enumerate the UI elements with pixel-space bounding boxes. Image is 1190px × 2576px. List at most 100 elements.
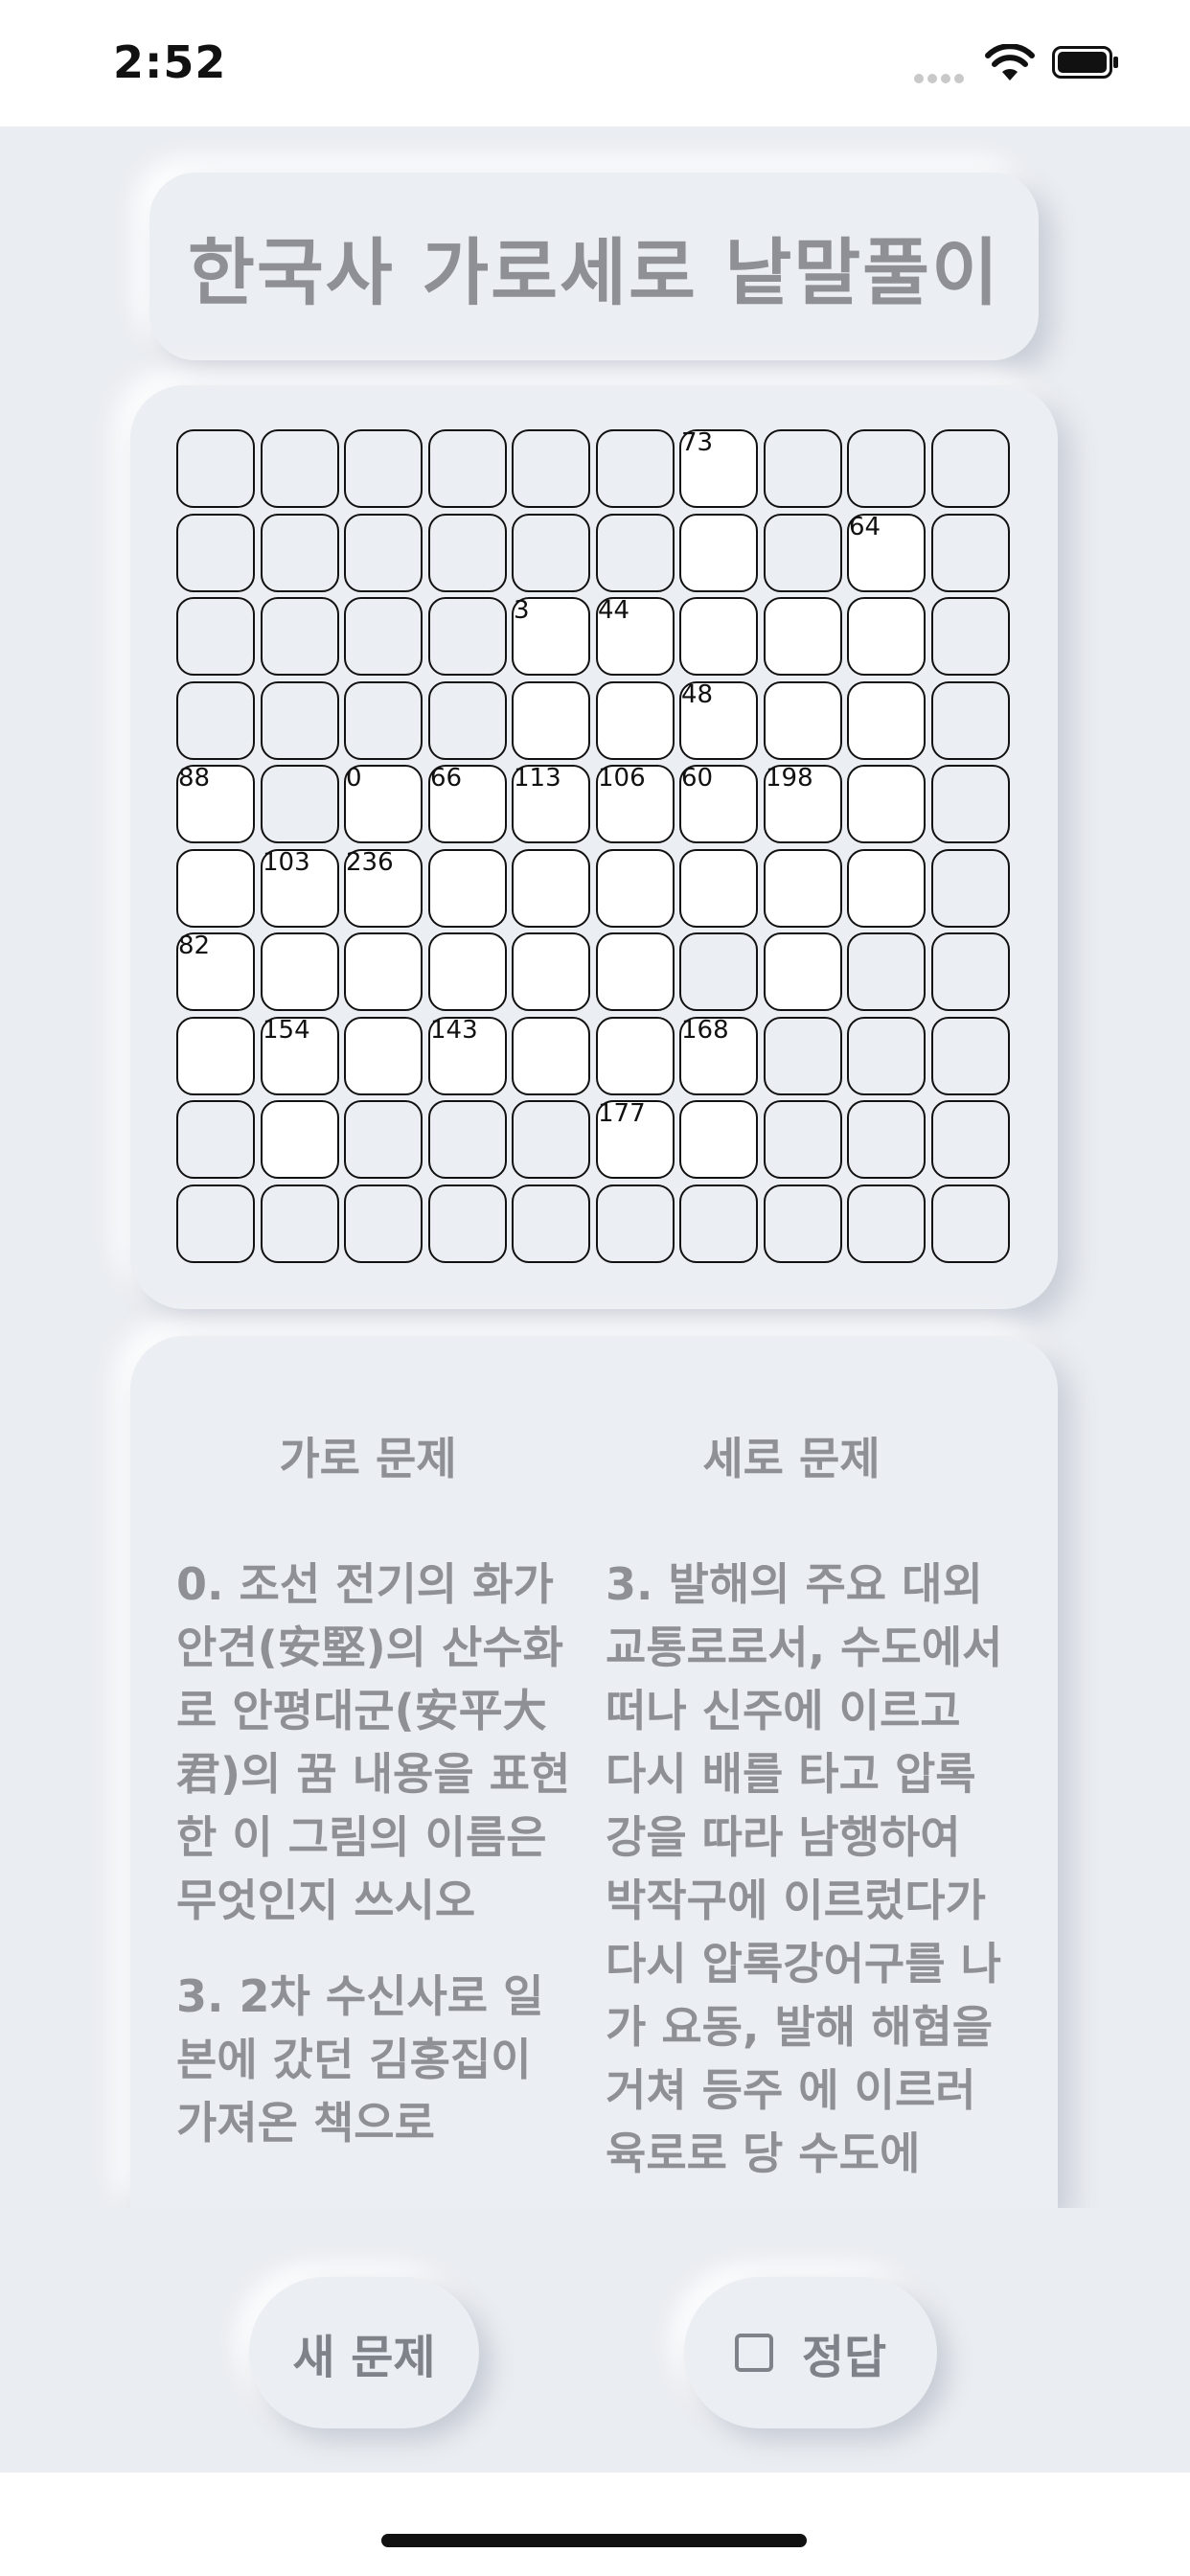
grid-cell-open[interactable]	[847, 765, 926, 843]
grid-cell-open[interactable]: 82	[176, 932, 255, 1011]
grid-cell-open[interactable]	[176, 1017, 255, 1095]
grid-cell-open[interactable]	[261, 932, 339, 1011]
grid-cell-open[interactable]	[764, 597, 842, 676]
clue-item[interactable]: 3. 2차 수신사로 일본에 갔던 김홍집이 가져온 책으로	[176, 1965, 579, 2154]
grid-cell-blocked	[428, 681, 507, 760]
grid-cell-open[interactable]	[512, 1017, 590, 1095]
new-problem-label: 새 문제	[292, 2331, 436, 2384]
grid-cell-blocked	[428, 597, 507, 676]
grid-cell-blocked	[344, 681, 423, 760]
grid-cell-blocked	[931, 514, 1010, 592]
grid-cell-open[interactable]	[596, 1017, 675, 1095]
grid-cell-open[interactable]: 143	[428, 1017, 507, 1095]
grid-cell-open[interactable]: 66	[428, 765, 507, 843]
grid-cell-blocked	[764, 1100, 842, 1179]
home-indicator[interactable]	[381, 2534, 807, 2547]
grid-cell-blocked	[344, 597, 423, 676]
grid-cell-open[interactable]: 236	[344, 849, 423, 928]
grid-cell-blocked	[931, 765, 1010, 843]
grid-cell-blocked	[847, 1184, 926, 1263]
grid-cell-open[interactable]: 60	[679, 765, 758, 843]
grid-cell-open[interactable]: 177	[596, 1100, 675, 1179]
status-bar: 2:52	[0, 0, 1190, 126]
grid-cell-open[interactable]	[428, 849, 507, 928]
grid-cell-blocked	[847, 1100, 926, 1179]
grid-cell-open[interactable]	[764, 932, 842, 1011]
grid-cell-blocked	[344, 1184, 423, 1263]
grid-cell-open[interactable]	[764, 849, 842, 928]
grid-cell-blocked	[679, 932, 758, 1011]
clue-item[interactable]: 3. 발해의 주요 대외 교통로로서, 수도에서 떠나 신주에 이르고 다시 배…	[606, 1552, 1008, 2185]
grid-cell-open[interactable]	[764, 681, 842, 760]
checkbox-icon[interactable]	[734, 2334, 773, 2372]
grid-cell-open[interactable]: 168	[679, 1017, 758, 1095]
grid-cell-blocked	[512, 1184, 590, 1263]
grid-cell-open[interactable]	[679, 514, 758, 592]
grid-cell-open[interactable]	[512, 849, 590, 928]
grid-cell-open[interactable]	[512, 932, 590, 1011]
grid-cell-open[interactable]: 64	[847, 514, 926, 592]
grid-cell-open[interactable]: 113	[512, 765, 590, 843]
grid-cell-open[interactable]	[596, 681, 675, 760]
grid-cell-open[interactable]	[176, 849, 255, 928]
title-card: 한국사 가로세로 낱말풀이	[149, 172, 1039, 360]
grid-cell-open[interactable]	[679, 849, 758, 928]
status-time: 2:52	[113, 36, 227, 88]
cell-number: 73	[681, 428, 714, 457]
page-title: 한국사 가로세로 낱말풀이	[187, 230, 1001, 315]
grid-cell-open[interactable]	[428, 932, 507, 1011]
cell-number: 236	[346, 848, 394, 877]
grid-cell-blocked	[764, 429, 842, 508]
grid-cell-open[interactable]	[596, 849, 675, 928]
grid-cell-blocked	[931, 1017, 1010, 1095]
grid-cell-open[interactable]: 88	[176, 765, 255, 843]
grid-cell-blocked	[428, 429, 507, 508]
grid-cell-blocked	[261, 1184, 339, 1263]
cell-number: 177	[598, 1099, 646, 1128]
down-clue-list: 3. 발해의 주요 대외 교통로로서, 수도에서 떠나 신주에 이르고 다시 배…	[606, 1552, 1008, 2208]
grid-cell-blocked	[176, 429, 255, 508]
grid-cell-open[interactable]: 154	[261, 1017, 339, 1095]
grid-cell-blocked	[931, 849, 1010, 928]
grid-cell-open[interactable]: 44	[596, 597, 675, 676]
grid-cell-blocked	[596, 1184, 675, 1263]
grid-cell-blocked	[428, 1184, 507, 1263]
grid-cell-open[interactable]: 198	[764, 765, 842, 843]
grid-cell-open[interactable]: 0	[344, 765, 423, 843]
grid-cell-open[interactable]	[679, 597, 758, 676]
grid-cell-open[interactable]: 106	[596, 765, 675, 843]
grid-cell-open[interactable]: 48	[679, 681, 758, 760]
grid-cell-blocked	[344, 1100, 423, 1179]
grid-cell-open[interactable]	[847, 849, 926, 928]
grid-cell-blocked	[176, 1184, 255, 1263]
clues-panel: 가로 문제 세로 문제 0. 조선 전기의 화가 안견(安堅)의 산수화로 안평…	[130, 1336, 1058, 2208]
grid-cell-open[interactable]: 73	[679, 429, 758, 508]
grid-cell-blocked	[931, 681, 1010, 760]
grid-cell-blocked	[512, 514, 590, 592]
grid-cell-blocked	[428, 514, 507, 592]
cell-number: 0	[346, 764, 362, 793]
grid-cell-blocked	[428, 1100, 507, 1179]
grid-cell-blocked	[931, 932, 1010, 1011]
grid-cell-blocked	[176, 681, 255, 760]
grid-cell-open[interactable]	[679, 1100, 758, 1179]
grid-cell-open[interactable]	[344, 932, 423, 1011]
new-problem-button[interactable]: 새 문제	[249, 2277, 479, 2428]
cell-number: 106	[598, 764, 646, 793]
grid-cell-open[interactable]	[261, 1100, 339, 1179]
cell-number: 88	[178, 764, 211, 793]
show-answer-toggle[interactable]: 정답	[684, 2277, 937, 2428]
grid-cell-blocked	[847, 932, 926, 1011]
grid-cell-open[interactable]	[344, 1017, 423, 1095]
grid-cell-open[interactable]	[512, 681, 590, 760]
across-clue-list: 0. 조선 전기의 화가 안견(安堅)의 산수화로 안평대군(安平大君)의 꿈 …	[176, 1552, 579, 2187]
grid-cell-open[interactable]: 103	[261, 849, 339, 928]
grid-cell-open[interactable]: 3	[512, 597, 590, 676]
answer-label: 정답	[801, 2331, 887, 2384]
grid-cell-open[interactable]	[847, 597, 926, 676]
grid-cell-blocked	[764, 1184, 842, 1263]
clue-item[interactable]: 0. 조선 전기의 화가 안견(安堅)의 산수화로 안평대군(安平大君)의 꿈 …	[176, 1552, 579, 1932]
grid-cell-open[interactable]	[847, 681, 926, 760]
grid-cell-open[interactable]	[596, 932, 675, 1011]
cell-number: 48	[681, 680, 714, 709]
